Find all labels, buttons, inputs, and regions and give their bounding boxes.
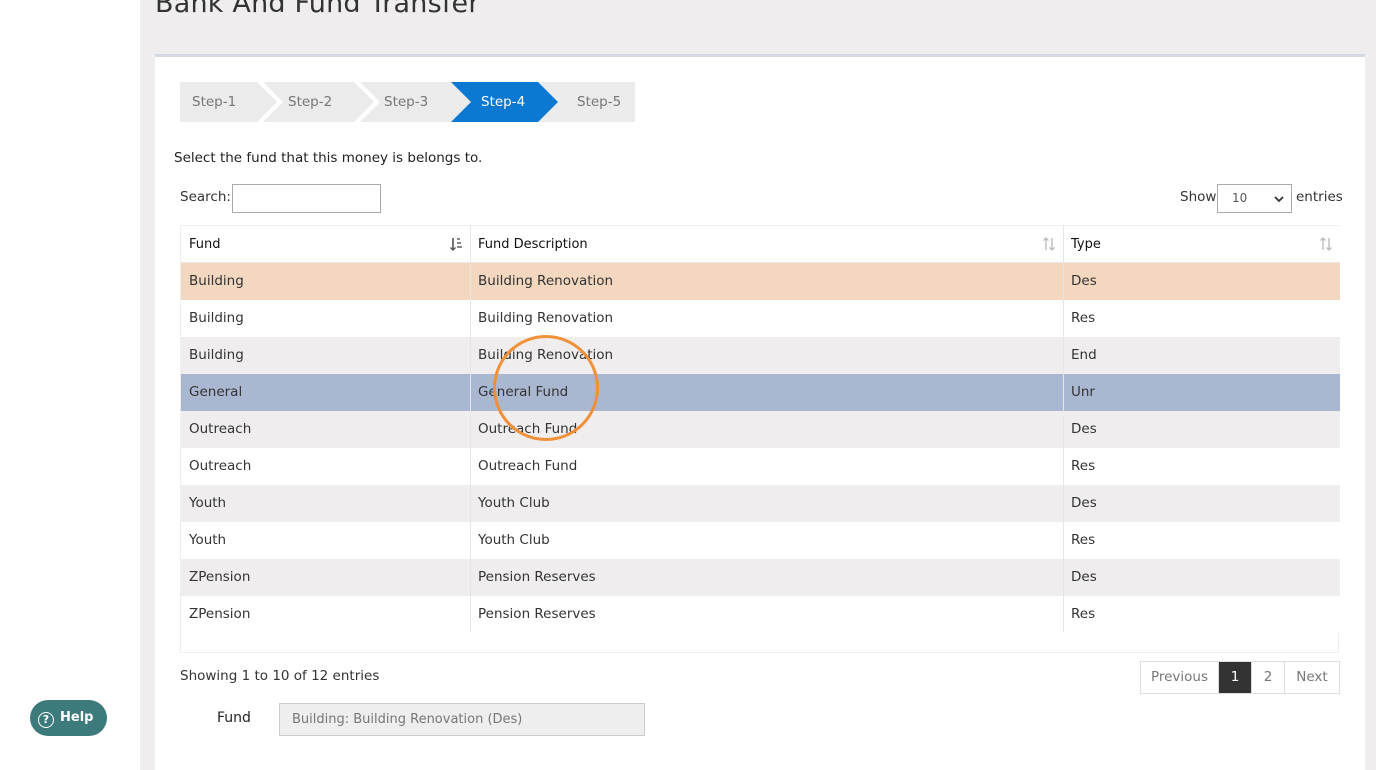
table-row[interactable]: Youth Youth Club Des — [181, 485, 1340, 522]
help-button[interactable]: ? Help — [30, 700, 107, 736]
cell-fund-description: General Fund — [478, 384, 569, 400]
cell-fund-description: Pension Reserves — [478, 569, 596, 585]
cell-fund: Youth — [189, 495, 227, 511]
cell-fund: ZPension — [189, 606, 251, 622]
wizard-steps: Step-1 Step-2 Step-3 Step-4 Step-5 — [180, 82, 635, 122]
table-row[interactable]: Outreach Outreach Fund Des — [181, 411, 1340, 448]
page-title: Bank And Fund Transfer — [155, 0, 480, 19]
step-5[interactable]: Step-5 — [577, 82, 621, 122]
cell-fund-description: Building Renovation — [478, 347, 614, 363]
table-row[interactable]: Building Building Renovation Des — [181, 263, 1340, 300]
table-row[interactable]: General General Fund Unr — [181, 374, 1340, 411]
pagination-next-button[interactable]: Next — [1285, 662, 1339, 693]
cell-fund: ZPension — [189, 569, 251, 585]
table-header: Fund Fund Description Type — [181, 226, 1340, 263]
cell-fund-description: Pension Reserves — [478, 606, 596, 622]
cell-fund-description: Building Renovation — [478, 273, 614, 289]
column-header-fund[interactable]: Fund — [181, 226, 470, 263]
table-row[interactable]: Building Building Renovation End — [181, 337, 1340, 374]
cell-fund-description: Building Renovation — [478, 310, 614, 326]
step-3[interactable]: Step-3 — [384, 82, 428, 122]
cell-fund-description: Outreach Fund — [478, 458, 578, 474]
table-row[interactable]: ZPension Pension Reserves Res — [181, 596, 1340, 633]
pagination: Previous 1 2 Next — [1140, 661, 1340, 694]
column-divider — [1063, 226, 1064, 632]
cell-fund: Building — [189, 273, 244, 289]
entries-select-value: 10 — [1232, 191, 1248, 205]
cell-fund-description: Outreach Fund — [478, 421, 578, 437]
cell-type: Res — [1071, 310, 1096, 326]
cell-type: Des — [1071, 421, 1097, 437]
cell-fund: Outreach — [189, 458, 252, 474]
sort-both-icon — [1320, 237, 1332, 251]
cell-fund: Outreach — [189, 421, 252, 437]
search-label: Search: — [180, 189, 231, 205]
table-row[interactable]: Building Building Renovation Res — [181, 300, 1340, 337]
question-icon: ? — [38, 712, 54, 728]
left-blank-strip — [0, 0, 140, 770]
cell-type: Unr — [1071, 384, 1095, 400]
table-info: Showing 1 to 10 of 12 entries — [180, 668, 380, 684]
show-label: Show — [1180, 189, 1217, 205]
cell-fund: Building — [189, 310, 244, 326]
entries-label: entries — [1296, 189, 1343, 205]
sort-ascending-icon — [450, 238, 462, 251]
chevron-down-icon — [1274, 196, 1284, 203]
cell-fund-description: Youth Club — [478, 532, 550, 548]
column-divider — [470, 226, 471, 632]
sort-both-icon — [1043, 237, 1055, 251]
selected-fund-label: Fund — [217, 710, 251, 726]
step-2[interactable]: Step-2 — [288, 82, 332, 122]
instruction-text: Select the fund that this money is belon… — [174, 150, 483, 166]
cell-fund-description: Youth Club — [478, 495, 550, 511]
pagination-previous-button[interactable]: Previous — [1141, 662, 1219, 693]
cell-fund: General — [189, 384, 243, 400]
funds-table: Fund Fund Description Type Building Buil… — [180, 225, 1340, 653]
cell-fund: Building — [189, 347, 244, 363]
cell-type: Des — [1071, 273, 1097, 289]
cell-type: End — [1071, 347, 1097, 363]
cell-type: Res — [1071, 606, 1096, 622]
table-row[interactable]: Youth Youth Club Res — [181, 522, 1340, 559]
table-row[interactable]: Outreach Outreach Fund Res — [181, 448, 1340, 485]
column-header-type[interactable]: Type — [1063, 226, 1340, 263]
table-row[interactable]: ZPension Pension Reserves Des — [181, 559, 1340, 596]
cell-type: Des — [1071, 569, 1097, 585]
cell-type: Des — [1071, 495, 1097, 511]
pagination-page-1[interactable]: 1 — [1219, 662, 1252, 693]
column-header-fund-description[interactable]: Fund Description — [470, 226, 1063, 263]
search-input[interactable] — [232, 184, 381, 213]
step-4[interactable]: Step-4 — [481, 82, 525, 122]
cell-fund: Youth — [189, 532, 227, 548]
entries-select[interactable]: 10 — [1217, 184, 1292, 213]
cell-type: Res — [1071, 458, 1096, 474]
selected-fund-field: Building: Building Renovation (Des) — [279, 703, 645, 736]
cell-type: Res — [1071, 532, 1096, 548]
step-1[interactable]: Step-1 — [192, 82, 236, 122]
pagination-page-2[interactable]: 2 — [1252, 662, 1285, 693]
